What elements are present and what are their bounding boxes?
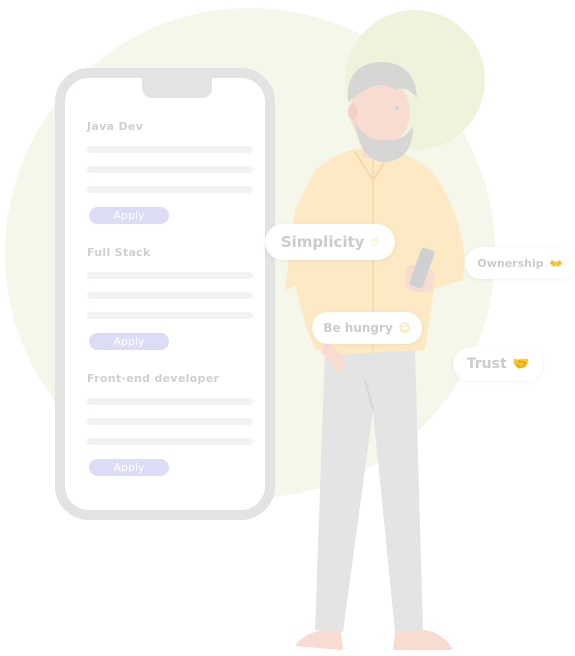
apply-button[interactable]: Apply bbox=[89, 207, 169, 224]
job-placeholder-line bbox=[87, 272, 253, 279]
value-pill-simplicity: Simplicity ☝ bbox=[265, 224, 395, 260]
job-title: Java Dev bbox=[87, 120, 144, 133]
value-label: Simplicity bbox=[280, 233, 365, 251]
grinning-face-icon: ☺ bbox=[398, 321, 411, 335]
open-hands-icon: 👐 bbox=[549, 257, 563, 270]
phone-mockup: Java Dev Apply Full Stack Apply Front-en… bbox=[55, 68, 275, 520]
value-label: Be hungry bbox=[323, 321, 393, 335]
value-pill-ownership: Ownership 👐 bbox=[465, 247, 575, 279]
value-label: Ownership bbox=[477, 256, 544, 270]
job-card-full-stack: Full Stack Apply bbox=[87, 246, 253, 350]
job-placeholder-line bbox=[87, 146, 253, 153]
job-title: Front-end developer bbox=[87, 372, 220, 385]
apply-button[interactable]: Apply bbox=[89, 333, 169, 350]
apply-button[interactable]: Apply bbox=[89, 459, 169, 476]
phone-notch bbox=[142, 76, 212, 98]
job-card-front-end: Front-end developer Apply bbox=[87, 372, 253, 476]
hand-pointing-icon: ☝ bbox=[370, 234, 380, 250]
illustration-scene: Java Dev Apply Full Stack Apply Front-en… bbox=[0, 0, 575, 656]
value-pill-trust: Trust 🤝 bbox=[453, 347, 543, 381]
job-placeholder-line bbox=[87, 292, 253, 299]
job-title: Full Stack bbox=[87, 246, 151, 259]
job-placeholder-line bbox=[87, 166, 253, 173]
job-placeholder-line bbox=[87, 398, 253, 405]
value-label: Trust bbox=[466, 356, 507, 372]
job-placeholder-line bbox=[87, 438, 253, 445]
man-illustration bbox=[285, 62, 465, 650]
handshake-icon: 🤝 bbox=[512, 356, 530, 372]
job-placeholder-line bbox=[87, 312, 253, 319]
job-placeholder-line bbox=[87, 186, 253, 193]
job-card-java-dev: Java Dev Apply bbox=[87, 120, 253, 224]
value-pill-be-hungry: Be hungry ☺ bbox=[312, 312, 422, 344]
job-placeholder-line bbox=[87, 418, 253, 425]
